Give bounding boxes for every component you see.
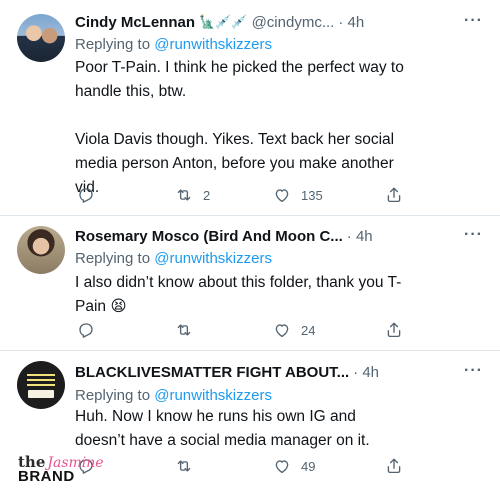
tweet-text: Poor T-Pain. I think he picked the perfe… [75, 56, 405, 200]
avatar[interactable] [17, 361, 65, 409]
avatar[interactable] [17, 226, 65, 274]
timestamp[interactable]: · 4h [353, 364, 379, 381]
tweet-paragraph: Poor T-Pain. I think he picked the perfe… [75, 59, 409, 100]
reply-button[interactable] [77, 320, 95, 340]
tweet-header: Cindy McLennan 🗽💉💉 @cindymc... · 4h [75, 11, 364, 33]
replying-to-label: Replying to [75, 250, 155, 267]
tweet-text: I also didn’t know about this folder, th… [75, 271, 405, 319]
like-count: 135 [301, 187, 323, 203]
tweet-actions: 49 [75, 456, 405, 476]
retweet-icon [177, 189, 191, 201]
avatar[interactable] [17, 14, 65, 62]
more-options-icon[interactable]: ··· [464, 226, 483, 244]
tweet-paragraph: I also didn’t know about this folder, th… [75, 274, 402, 315]
reply-icon [79, 323, 93, 338]
timestamp[interactable]: · 4h [347, 228, 373, 245]
like-button[interactable]: 135 [273, 185, 323, 205]
retweet-icon [177, 460, 191, 472]
replying-to-label: Replying to [75, 36, 155, 53]
heart-icon [275, 460, 289, 474]
replying-to: Replying to @runwithskizzers [75, 387, 272, 404]
tweet-paragraph: Huh. Now I know he runs his own IG and d… [75, 408, 370, 449]
more-options-icon[interactable]: ··· [464, 362, 483, 380]
retweet-button[interactable] [175, 456, 193, 476]
display-name[interactable]: Cindy McLennan [75, 14, 195, 31]
timestamp[interactable]: · 4h [338, 14, 364, 31]
tweet-2[interactable]: Rosemary Mosco (Bird And Moon C... · 4h … [0, 216, 500, 350]
like-button[interactable]: 24 [273, 320, 315, 340]
name-emojis: 🗽💉💉 [199, 14, 248, 29]
replying-to-label: Replying to [75, 387, 155, 404]
user-handle[interactable]: @cindymc... [252, 14, 335, 31]
reply-icon [79, 188, 93, 203]
tweet-header: Rosemary Mosco (Bird And Moon C... · 4h [75, 225, 373, 247]
share-icon [387, 322, 401, 338]
like-count: 24 [301, 322, 316, 338]
retweet-icon [177, 324, 191, 336]
mention-link[interactable]: @runwithskizzers [154, 36, 272, 53]
display-name[interactable]: Rosemary Mosco (Bird And Moon C... [75, 228, 343, 245]
retweet-button[interactable] [175, 320, 193, 340]
like-count: 49 [301, 458, 316, 474]
retweet-button[interactable]: 2 [175, 185, 210, 205]
mention-link[interactable]: @runwithskizzers [154, 250, 272, 267]
share-button[interactable] [385, 185, 403, 205]
tweet-header: BLACKLIVESMATTER FIGHT ABOUT... · 4h [75, 361, 379, 383]
heart-icon [275, 189, 289, 203]
reply-button[interactable] [77, 185, 95, 205]
replying-to: Replying to @runwithskizzers [75, 250, 272, 267]
tweet-text: Huh. Now I know he runs his own IG and d… [75, 405, 405, 453]
retweet-count: 2 [203, 187, 211, 203]
share-icon [387, 187, 401, 203]
share-button[interactable] [385, 320, 403, 340]
display-name[interactable]: BLACKLIVESMATTER FIGHT ABOUT... [75, 364, 349, 381]
heart-icon [275, 324, 289, 338]
tweet-actions: 2 135 [75, 185, 405, 205]
like-button[interactable]: 49 [273, 456, 315, 476]
tweet-1[interactable]: Cindy McLennan 🗽💉💉 @cindymc... · 4h ··· … [0, 0, 500, 215]
more-options-icon[interactable]: ··· [464, 12, 483, 30]
watermark-brand: BRAND [18, 468, 75, 485]
brand-watermark: the Jasmine BRAND [18, 455, 104, 485]
tweet-actions: 24 [75, 320, 405, 340]
mention-link[interactable]: @runwithskizzers [154, 387, 272, 404]
share-button[interactable] [385, 456, 403, 476]
share-icon [387, 458, 401, 474]
replying-to: Replying to @runwithskizzers [75, 36, 272, 53]
